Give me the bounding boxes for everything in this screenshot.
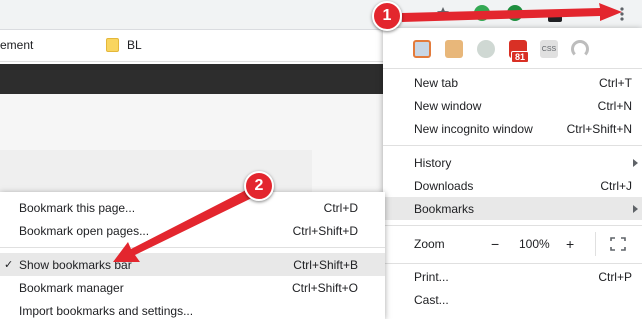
callout-number: 1 — [382, 7, 392, 24]
extension-dark-icon[interactable] — [548, 10, 562, 22]
zoom-label: Zoom — [414, 237, 445, 251]
bookmark-item[interactable]: ement — [0, 38, 33, 52]
bookmarks-submenu: Bookmark this page... Ctrl+D Bookmark op… — [0, 192, 385, 319]
menu-item-downloads[interactable]: Downloads Ctrl+J — [383, 174, 642, 197]
star-icon[interactable] — [436, 6, 450, 20]
checkmark-icon: ✓ — [4, 259, 14, 271]
extension-green-icon[interactable] — [474, 5, 490, 21]
callout-badge-1: 1 — [372, 1, 402, 31]
extension-face-icon[interactable] — [445, 40, 463, 58]
menu-separator — [383, 68, 642, 69]
menu-item-label: Bookmarks — [414, 201, 475, 216]
menu-item-label: New tab — [414, 75, 459, 90]
menu-separator — [383, 263, 642, 264]
callout-badge-2: 2 — [244, 171, 274, 201]
fullscreen-icon[interactable] — [610, 237, 626, 251]
css-extension-icon[interactable]: CSS — [540, 40, 558, 58]
shortcut-label: Ctrl+J — [600, 178, 632, 193]
menu-item-label: Bookmark open pages... — [19, 223, 150, 238]
menu-item-bookmark-this-page[interactable]: Bookmark this page... Ctrl+D — [0, 196, 385, 219]
callout-number: 2 — [254, 177, 264, 194]
menu-item-label: Downloads — [414, 178, 474, 193]
menu-item-bookmarks[interactable]: Bookmarks — [383, 197, 642, 220]
submenu-arrow-icon — [633, 158, 638, 167]
shortcut-label: Ctrl+Shift+B — [293, 257, 358, 272]
menu-item-new-window[interactable]: New window Ctrl+N — [383, 94, 642, 117]
shortcut-label: Ctrl+Shift+O — [291, 280, 358, 295]
menu-separator — [383, 145, 642, 146]
bookmark-folder-bl[interactable]: BL — [106, 38, 142, 52]
browser-toolbar — [0, 0, 642, 30]
menu-item-show-bookmarks-bar[interactable]: ✓ Show bookmarks bar Ctrl+Shift+B — [0, 253, 385, 276]
menu-item-label: New window — [414, 98, 482, 113]
menu-item-label: New incognito window — [414, 121, 533, 136]
menu-item-label: Bookmark manager — [19, 280, 124, 295]
menu-item-label: Import bookmarks and settings... — [19, 303, 194, 318]
extension-arc-icon[interactable] — [571, 40, 589, 58]
menu-separator — [0, 247, 385, 248]
menu-item-history[interactable]: History — [383, 151, 642, 174]
bookmark-folder-label: BL — [127, 38, 142, 52]
bookmark-label: ement — [0, 38, 34, 52]
menu-item-label: Show bookmarks bar — [19, 257, 132, 272]
chrome-main-menu: 81 CSS New tab Ctrl+T New window Ctrl+N … — [383, 28, 642, 319]
menu-separator — [383, 225, 642, 226]
zoom-in-button[interactable]: + — [566, 236, 574, 252]
menu-item-label: Bookmark this page... — [19, 200, 136, 215]
gmail-badge: 81 — [511, 51, 530, 63]
zoom-row: Zoom − 100% + — [383, 230, 642, 258]
extension-hand-icon[interactable] — [477, 40, 495, 58]
zoom-divider — [595, 232, 596, 256]
menu-item-new-tab[interactable]: New tab Ctrl+T — [383, 71, 642, 94]
extension-teal-icon[interactable] — [507, 5, 523, 21]
menu-item-label: Print... — [414, 269, 449, 284]
shortcut-label: Ctrl+P — [598, 269, 632, 284]
menu-item-label: Cast... — [414, 292, 449, 307]
shortcut-label: Ctrl+T — [599, 75, 632, 90]
menu-item-new-incognito[interactable]: New incognito window Ctrl+Shift+N — [383, 117, 642, 140]
zoom-value: 100% — [519, 237, 550, 251]
css-extension-label: CSS — [541, 45, 557, 53]
folder-icon — [106, 38, 119, 52]
shortcut-label: Ctrl+Shift+D — [292, 223, 358, 238]
kebab-menu-icon[interactable] — [619, 6, 625, 22]
menu-item-cast[interactable]: Cast... — [383, 288, 642, 311]
shortcut-label: Ctrl+D — [323, 200, 358, 215]
shortcut-label: Ctrl+N — [597, 98, 632, 113]
extension-window-icon[interactable] — [413, 40, 431, 58]
submenu-arrow-icon — [633, 204, 638, 213]
menu-item-import-bookmarks[interactable]: Import bookmarks and settings... — [0, 299, 385, 319]
menu-item-print[interactable]: Print... Ctrl+P — [383, 265, 642, 288]
menu-item-label: History — [414, 155, 452, 170]
shortcut-label: Ctrl+Shift+N — [566, 121, 632, 136]
zoom-out-button[interactable]: − — [491, 236, 499, 252]
extensions-row: 81 CSS — [383, 36, 642, 63]
menu-item-bookmark-manager[interactable]: Bookmark manager Ctrl+Shift+O — [0, 276, 385, 299]
menu-item-bookmark-open-pages[interactable]: Bookmark open pages... Ctrl+Shift+D — [0, 219, 385, 242]
